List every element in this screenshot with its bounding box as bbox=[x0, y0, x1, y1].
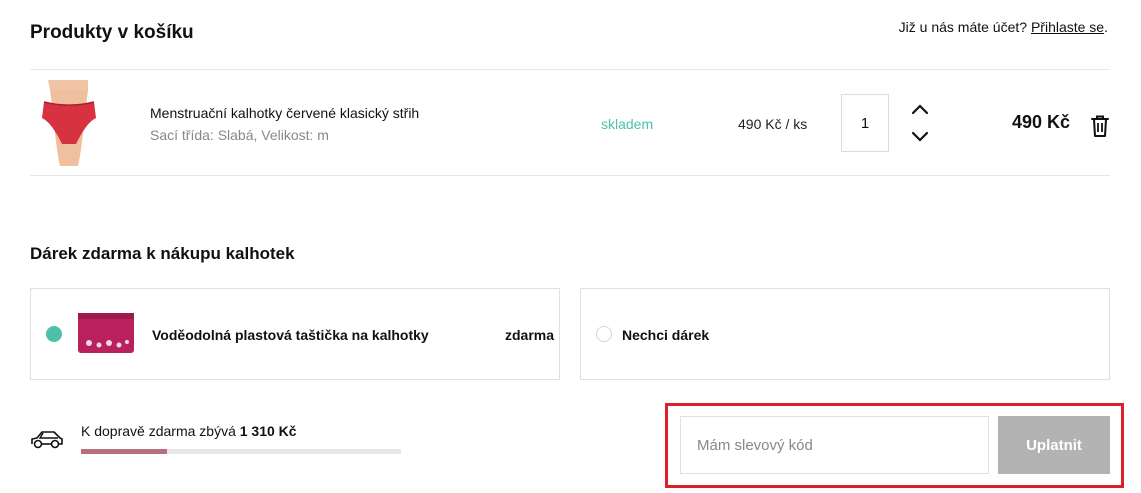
unit-price: 490 Kč / ks bbox=[738, 116, 808, 132]
page-title: Produkty v košíku bbox=[30, 22, 194, 43]
login-prompt: Již u nás máte účet? Přihlaste se. bbox=[899, 19, 1108, 35]
gift-section-title: Dárek zdarma k nákupu kalhotek bbox=[30, 244, 295, 263]
product-attributes: Sací třída: Slabá, Velikost: m bbox=[150, 127, 329, 143]
gift-bag-image bbox=[78, 313, 134, 353]
free-shipping-progress bbox=[81, 449, 401, 454]
car-icon bbox=[31, 431, 63, 449]
gift-option-none[interactable]: Nechci dárek bbox=[580, 288, 1110, 380]
free-shipping-label: K dopravě zdarma zbývá bbox=[81, 423, 236, 439]
product-name[interactable]: Menstruační kalhotky červené klasický st… bbox=[150, 105, 419, 121]
divider bbox=[30, 175, 1110, 176]
trash-icon[interactable] bbox=[1089, 114, 1111, 138]
apply-discount-button[interactable]: Uplatnit bbox=[998, 416, 1110, 474]
chevron-down-icon[interactable] bbox=[910, 129, 930, 145]
quantity-input[interactable]: 1 bbox=[841, 94, 889, 152]
gift-radio-unselected[interactable] bbox=[596, 326, 612, 342]
free-shipping-remaining: 1 310 Kč bbox=[239, 423, 297, 439]
gift-radio-selected[interactable] bbox=[46, 326, 62, 342]
item-total: 490 Kč bbox=[1011, 112, 1070, 132]
gift-name: Voděodolná plastová taštička na kalhotky bbox=[152, 327, 429, 343]
no-gift-label: Nechci dárek bbox=[622, 327, 710, 343]
free-shipping-progress-fill bbox=[81, 449, 168, 454]
product-image[interactable] bbox=[30, 80, 108, 166]
login-prompt-text: Již u nás máte účet? bbox=[898, 19, 1028, 35]
chevron-up-icon[interactable] bbox=[910, 101, 930, 117]
discount-code-input[interactable] bbox=[680, 416, 989, 474]
gift-price: zdarma bbox=[505, 327, 555, 343]
login-suffix: . bbox=[1104, 19, 1108, 35]
free-shipping-text: K dopravě zdarma zbývá 1 310 Kč bbox=[81, 423, 297, 439]
gift-option-bag[interactable]: Voděodolná plastová taštička na kalhotky… bbox=[30, 288, 560, 380]
divider bbox=[30, 69, 1110, 70]
login-link[interactable]: Přihlaste se bbox=[1031, 19, 1104, 35]
stock-status: skladem bbox=[601, 116, 654, 132]
